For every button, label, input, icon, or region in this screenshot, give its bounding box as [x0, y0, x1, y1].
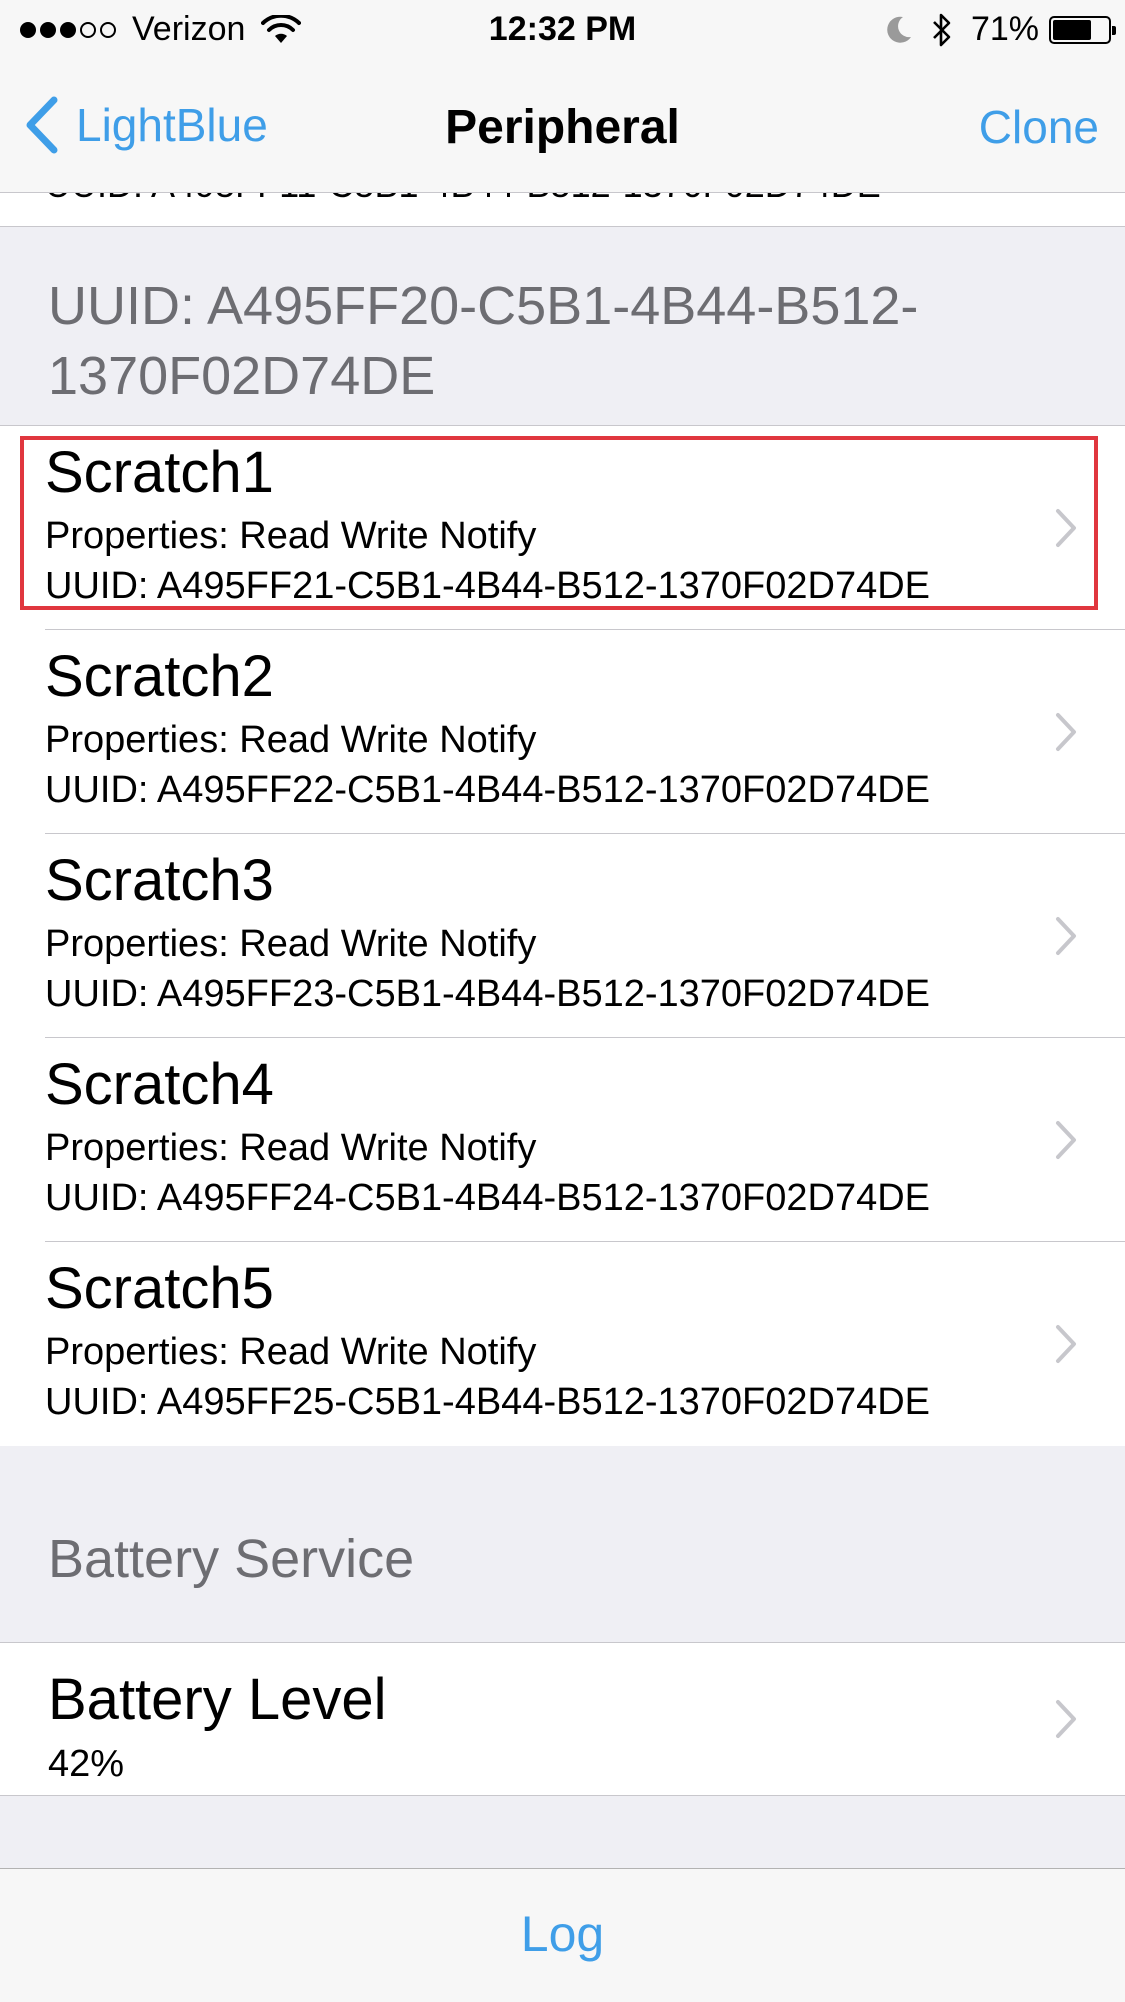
characteristic-row-scratch4[interactable]: Scratch4 Properties: Read Write Notify U… [0, 1038, 1125, 1242]
battery-level-value: 42% [48, 1743, 125, 1785]
bottom-toolbar: Log [0, 1868, 1125, 2002]
characteristic-uuid: UUID: A495FF21-C5B1-4B44-B512-1370F02D74… [45, 565, 931, 607]
characteristic-row-scratch2[interactable]: Scratch2 Properties: Read Write Notify U… [0, 630, 1125, 834]
characteristic-properties: Properties: Read Write Notify [45, 719, 537, 761]
battery-level-name: Battery Level [48, 1667, 387, 1732]
characteristic-name: Scratch3 [45, 848, 274, 913]
battery-level-row[interactable]: Battery Level 42% [0, 1643, 1125, 1795]
chevron-right-icon [1056, 1325, 1076, 1363]
characteristic-uuid: UUID: A495FF25-C5B1-4B44-B512-1370F02D74… [45, 1381, 931, 1423]
characteristic-properties: Properties: Read Write Notify [45, 515, 537, 557]
clone-button[interactable]: Clone [979, 100, 1099, 154]
chevron-right-icon [1056, 1121, 1076, 1159]
characteristic-name: Scratch2 [45, 644, 274, 709]
characteristics-list: Scratch1 Properties: Read Write Notify U… [0, 425, 1125, 1447]
characteristic-name: Scratch1 [45, 440, 274, 505]
chevron-right-icon [1056, 713, 1076, 751]
moon-icon [887, 16, 911, 43]
battery-icon [1049, 15, 1116, 44]
service-uuid-title: UUID: A495FF20-C5B1-4B44-B512-1370F02D74… [48, 276, 919, 406]
characteristic-row-scratch3[interactable]: Scratch3 Properties: Read Write Notify U… [0, 834, 1125, 1038]
battery-service-list: Battery Level 42% [0, 1642, 1125, 1796]
characteristic-row-scratch1[interactable]: Scratch1 Properties: Read Write Notify U… [0, 426, 1125, 630]
characteristic-uuid: UUID: A495FF24-C5B1-4B44-B512-1370F02D74… [45, 1177, 931, 1219]
characteristic-row-scratch5[interactable]: Scratch5 Properties: Read Write Notify U… [0, 1242, 1125, 1446]
navigation-bar: LightBlue Peripheral Clone [0, 62, 1125, 193]
characteristic-properties: Properties: Read Write Notify [45, 923, 537, 965]
bluetooth-icon [933, 13, 951, 46]
characteristic-uuid: UUID: A495FF22-C5B1-4B44-B512-1370F02D74… [45, 769, 931, 811]
characteristic-name: Scratch4 [45, 1052, 274, 1117]
characteristic-name: Scratch5 [45, 1256, 274, 1321]
battery-percent: 71% [970, 10, 1039, 48]
battery-service-header: Battery Service [0, 1446, 1125, 1642]
characteristic-properties: Properties: Read Write Notify [45, 1127, 537, 1169]
battery-service-title: Battery Service [48, 1529, 415, 1589]
chevron-right-icon [1056, 509, 1076, 547]
chevron-right-icon [1056, 1700, 1076, 1738]
battery-tip [1112, 25, 1116, 35]
service-section-header: UUID: A495FF20-C5B1-4B44-B512-1370F02D74… [0, 227, 1125, 425]
status-bar: Verizon 12:32 PM 71% [0, 0, 1125, 62]
chevron-right-icon [1056, 917, 1076, 955]
characteristic-uuid: UUID: A495FF23-C5B1-4B44-B512-1370F02D74… [45, 973, 931, 1015]
battery-fill [1053, 19, 1092, 40]
page-title: Peripheral [445, 101, 680, 154]
log-button[interactable]: Log [0, 1905, 1125, 1963]
characteristic-properties: Properties: Read Write Notify [45, 1331, 537, 1373]
status-right: 71% [885, 10, 1116, 49]
